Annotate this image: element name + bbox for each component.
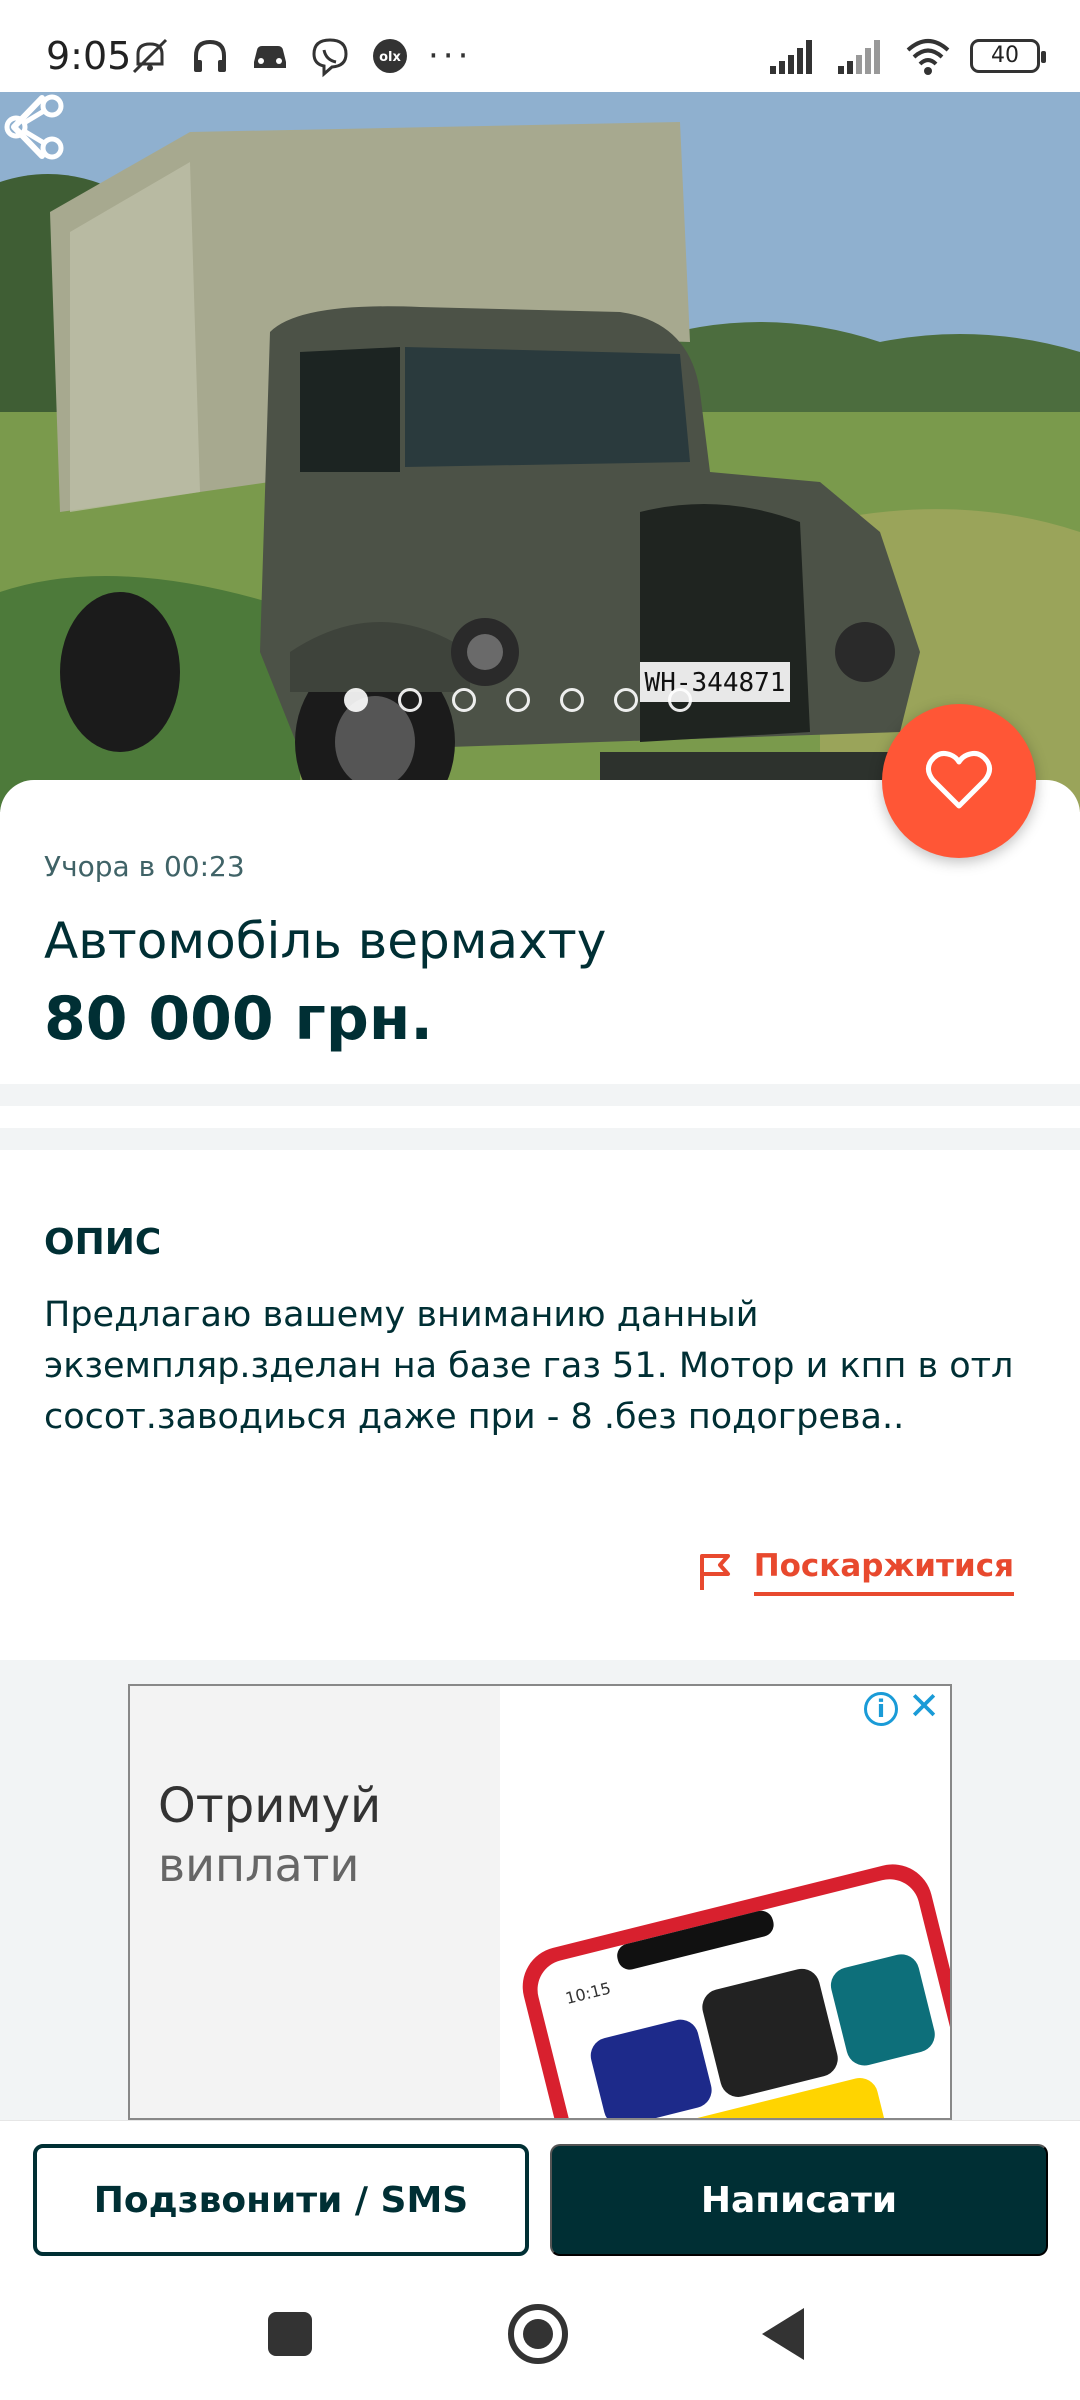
system-navigation-bar [0,2270,1080,2400]
more-notifications-icon: ··· [428,36,473,76]
svg-text:olx: olx [379,50,401,65]
report-button[interactable]: Поскаржитися [696,1548,1014,1596]
car-icon [254,46,286,68]
photo-indicator-dot[interactable] [398,688,422,712]
signal-icon [770,40,812,74]
battery-icon: 40 [970,39,1046,73]
listing-title: Автомобіль вермахту [44,912,607,970]
flag-icon [699,1554,730,1590]
olx-icon: olx [373,39,407,73]
ad-close-icon[interactable]: ✕ [904,1686,944,1726]
write-message-button[interactable]: Написати [550,2144,1048,2256]
signal-icon [838,40,880,74]
divider [0,1128,1080,1150]
clock: 9:05 [46,34,132,78]
ad-subtitle: виплати [158,1838,360,1892]
ad-phone-image: 10:15 єВідновлення [522,1864,950,2118]
photo-indicator-dot[interactable] [452,688,476,712]
report-label: Поскаржитися [753,1548,1014,1596]
viber-icon [312,38,348,78]
call-sms-button[interactable]: Подзвонити / SMS [33,2144,529,2256]
photo-indicator-dot[interactable] [344,688,368,712]
description-heading: ОПИС [44,1222,162,1263]
photo-indicators [344,688,692,712]
mute-icon [132,38,168,74]
system-icons: 40 [768,34,1046,78]
share-icon[interactable] [0,92,70,162]
listing-price: 80 000 грн. [44,984,434,1054]
ad-title: Отримуй [158,1778,382,1834]
favorite-button[interactable] [882,704,1036,858]
listing-photo-gallery[interactable]: WH-344871 [0,92,1080,812]
back-button[interactable] [762,2308,804,2360]
posted-date: Учора в 00:23 [44,850,245,883]
advertisement-banner[interactable]: Отримуй виплати 10:15 єВідновлення i ✕ [128,1684,952,2120]
wifi-icon [906,39,950,75]
photo-indicator-dot[interactable] [506,688,530,712]
photo-indicator-dot[interactable] [560,688,584,712]
recent-apps-button[interactable] [268,2312,312,2356]
ad-info-icon[interactable]: i [864,1692,898,1726]
headphones-icon [194,39,226,72]
photo-indicator-dot[interactable] [614,688,638,712]
description-text: Предлагаю вашему вниманию данный экземпл… [44,1295,1014,1437]
home-button[interactable] [508,2304,568,2364]
heart-icon [925,751,993,809]
notification-icons: olx ··· [128,34,472,78]
status-bar: 9:05 olx ··· 40 [0,0,1080,92]
ad-text-panel [130,1686,500,2118]
photo-indicator-dot[interactable] [668,688,692,712]
divider [0,1084,1080,1106]
